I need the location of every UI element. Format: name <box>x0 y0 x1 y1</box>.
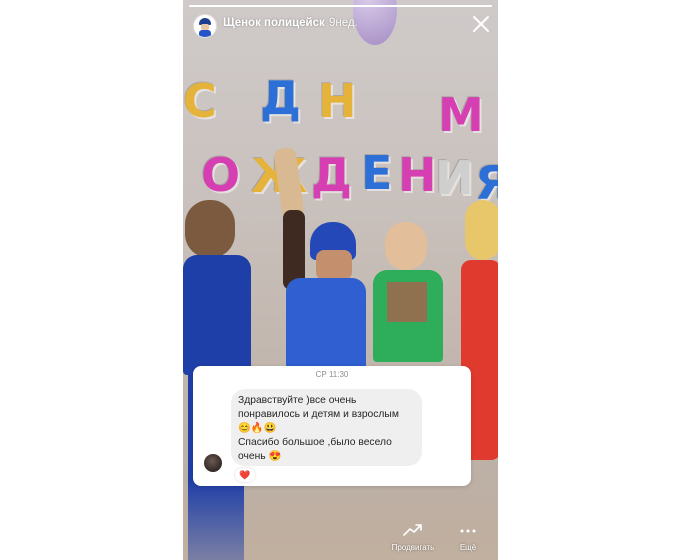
heart-reaction-icon: ❤️ <box>235 468 255 482</box>
message-line: Здравствуйте )все очень <box>238 395 357 406</box>
balloon-letter-s: С <box>183 74 217 128</box>
more-label: Ещё <box>459 543 477 552</box>
balloon-letter-o: О <box>201 148 241 202</box>
message-timestamp: СР 11:30 <box>315 370 349 379</box>
costumed-entertainer <box>273 140 373 400</box>
balloon-letter-d: Д <box>260 71 301 125</box>
message-line: Спасибо большое ,было весело <box>238 437 392 448</box>
message-line: понравилось и детям и взрослым <box>238 409 399 420</box>
message-bubble: Здравствуйте )все очень понравилось и де… <box>231 389 422 466</box>
balloon-letter-m: М <box>438 88 484 142</box>
message-line: очень 😍 <box>238 451 282 462</box>
balloon-letter-i: И <box>435 151 474 205</box>
more-icon <box>460 529 476 533</box>
balloon-letter-n2: Н <box>398 148 437 202</box>
sender-avatar <box>204 454 222 472</box>
balloon-letter-n: Н <box>318 74 357 128</box>
message-card: СР 11:30 Здравствуйте )все очень понрави… <box>193 366 471 486</box>
story-progress-fill <box>189 5 492 7</box>
promote-icon <box>403 524 422 536</box>
story-progress-bar <box>189 5 492 7</box>
message-emojis: 😊🔥😃 <box>238 423 277 434</box>
username[interactable]: Щенок полицейск <box>223 17 325 29</box>
story-viewer: С Д Н Ё М Р О Ж Д Е Н И Я <box>183 0 498 560</box>
promote-label: Продвигать <box>391 543 435 552</box>
story-time-ago: 9нед. <box>329 17 358 29</box>
close-icon[interactable] <box>471 14 491 34</box>
profile-avatar[interactable] <box>193 14 217 38</box>
